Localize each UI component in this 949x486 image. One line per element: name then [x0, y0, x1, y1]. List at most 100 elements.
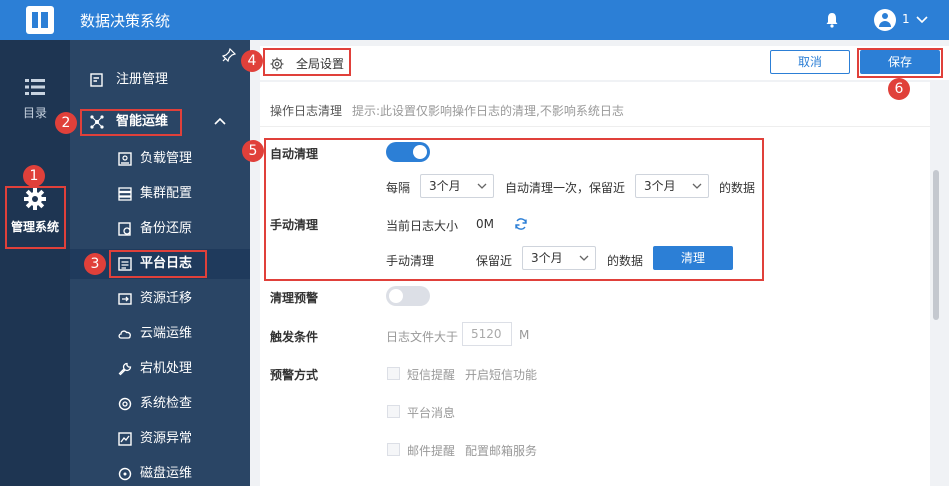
toolbar: 全局设置 取消 保存 [260, 46, 949, 80]
refresh-icon[interactable] [514, 217, 528, 231]
email-checkbox[interactable] [387, 443, 400, 456]
clean-button[interactable]: 清理 [653, 246, 733, 270]
chevron-down-icon [692, 183, 702, 189]
rail-item-label: 管理系统 [10, 220, 59, 234]
sidebar-item-ops[interactable]: 智能运维 [70, 107, 250, 137]
manual-clean-suffix: 的数据 [607, 254, 644, 268]
disk-icon [118, 467, 132, 481]
sidebar-item-label: 资源异常 [140, 431, 193, 446]
platform-message-label: 平台消息 [407, 406, 456, 420]
user-avatar[interactable] [874, 9, 896, 31]
manual-clean-row-label: 手动清理 [386, 254, 435, 268]
sidebar-item-load[interactable]: 负载管理 [70, 144, 250, 174]
sidebar-item-backup[interactable]: 备份还原 [70, 214, 250, 244]
anomaly-icon [118, 432, 132, 446]
list-icon [25, 79, 45, 95]
current-size-label: 当前日志大小 [386, 219, 459, 233]
sms-checkbox[interactable] [387, 367, 400, 380]
sidebar-item-label: 平台日志 [140, 256, 193, 271]
warning-method-label: 预警方式 [270, 368, 319, 382]
app-title: 数据决策系统 [80, 12, 171, 30]
gear-icon [270, 57, 284, 71]
trigger-prefix: 日志文件大于 [386, 330, 459, 344]
sidebar-item-label: 备份还原 [140, 221, 193, 236]
trigger-unit: M [519, 328, 530, 342]
select-value: 3个月 [429, 179, 461, 193]
divider [260, 126, 930, 127]
load-icon [118, 152, 132, 166]
sidebar-item-label: 负载管理 [140, 151, 193, 166]
scrollbar-thumb[interactable] [933, 170, 939, 320]
clean-warning-toggle[interactable] [386, 286, 430, 306]
sidebar-item-label: 注册管理 [116, 72, 169, 87]
auto-clean-interval-select[interactable]: 3个月 [420, 174, 494, 198]
annotation-badge-2: 2 [55, 112, 77, 134]
manual-clean-keep-select[interactable]: 3个月 [522, 246, 596, 270]
chevron-down-icon [477, 183, 487, 189]
sidebar-item-label: 智能运维 [116, 114, 169, 129]
sidebar-item-migrate[interactable]: 资源迁移 [70, 284, 250, 314]
sidebar-item-cluster[interactable]: 集群配置 [70, 179, 250, 209]
annotation-badge-3: 3 [84, 253, 106, 275]
backup-icon [118, 222, 131, 236]
rail-item-label: 目录 [22, 106, 47, 120]
trigger-size-input[interactable]: 5120 [462, 322, 512, 346]
auto-clean-suffix: 的数据 [719, 181, 756, 195]
sidebar-item-disk[interactable]: 磁盘运维 [70, 459, 250, 486]
email-config-link[interactable]: 配置邮箱服务 [465, 442, 537, 459]
cloud-icon [118, 330, 131, 339]
bell-icon[interactable] [825, 12, 839, 28]
icon-rail: 目录 管理系统 [0, 40, 70, 486]
chevron-up-icon[interactable] [214, 117, 226, 125]
manual-keep-label: 保留近 [476, 254, 513, 268]
select-value: 3个月 [531, 251, 563, 265]
sidebar-item-register[interactable]: 注册管理 [70, 65, 250, 95]
chevron-down-icon [579, 255, 589, 261]
log-icon [118, 257, 132, 271]
user-name[interactable]: 1 [902, 12, 910, 26]
rail-item-management[interactable]: 管理系统 [0, 188, 70, 235]
sidebar-item-downtime[interactable]: 宕机处理 [70, 354, 250, 384]
sidebar-item-label: 资源迁移 [140, 291, 193, 306]
wrench-icon [118, 362, 132, 376]
auto-clean-keep-select[interactable]: 3个月 [635, 174, 709, 198]
annotation-badge-5: 5 [242, 140, 264, 162]
annotation-badge-4: 4 [241, 50, 263, 72]
pin-icon[interactable] [222, 48, 236, 62]
sms-option-label: 短信提醒 [407, 368, 456, 382]
global-settings-label: 全局设置 [296, 57, 345, 71]
migrate-icon [118, 293, 132, 305]
auto-clean-toggle[interactable] [386, 142, 430, 162]
cancel-button[interactable]: 取消 [770, 50, 850, 74]
sidebar-item-system-check[interactable]: 系统检查 [70, 389, 250, 419]
sidebar-item-label: 集群配置 [140, 186, 193, 201]
sidebar-item-label: 磁盘运维 [140, 466, 193, 481]
section-hint: 提示:此设置仅影响操作日志的清理,不影响系统日志 [352, 104, 624, 118]
chevron-down-icon[interactable] [915, 13, 929, 25]
cluster-icon [118, 187, 132, 201]
current-size-value: 0M [476, 217, 494, 231]
email-option-label: 邮件提醒 [407, 444, 456, 458]
sidebar-item-label: 云端运维 [140, 326, 193, 341]
sms-enable-link[interactable]: 开启短信功能 [465, 366, 537, 383]
clean-warning-label: 清理预警 [270, 291, 319, 305]
settings-panel: 操作日志清理 提示:此设置仅影响操作日志的清理,不影响系统日志 自动清理 每隔 … [260, 82, 930, 486]
auto-clean-middle-text: 自动清理一次，保留近 [505, 181, 626, 195]
trigger-condition-label: 触发条件 [270, 330, 319, 344]
select-value: 3个月 [644, 179, 676, 193]
annotation-badge-1: 1 [23, 165, 45, 187]
sidebar-item-label: 宕机处理 [140, 361, 193, 376]
app-logo [26, 6, 54, 34]
annotation-badge-6: 6 [888, 78, 910, 100]
every-label: 每隔 [386, 181, 411, 195]
platform-message-checkbox[interactable] [387, 405, 400, 418]
manual-clean-label: 手动清理 [270, 218, 319, 232]
main-content: 全局设置 取消 保存 操作日志清理 提示:此设置仅影响操作日志的清理,不影响系统… [250, 40, 949, 486]
save-button[interactable]: 保存 [860, 50, 940, 74]
sidebar-item-resource-anomaly[interactable]: 资源异常 [70, 424, 250, 454]
top-bar: 数据决策系统 1 [0, 0, 949, 40]
section-title: 操作日志清理 [270, 104, 343, 118]
check-icon [118, 397, 132, 411]
ops-icon [90, 115, 104, 129]
sidebar-item-cloud[interactable]: 云端运维 [70, 319, 250, 349]
